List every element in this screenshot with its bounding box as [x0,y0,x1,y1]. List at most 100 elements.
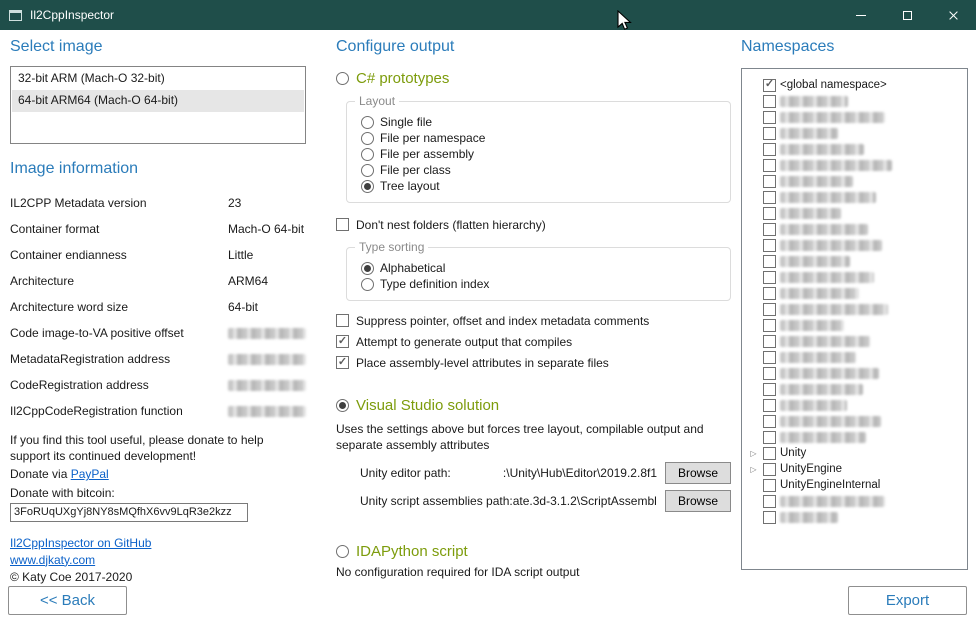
layout-option[interactable]: Tree layout [361,178,720,194]
minimize-button[interactable] [838,0,884,30]
namespace-item[interactable] [748,173,961,189]
type-sorting-options: AlphabeticalType definition index [361,260,720,292]
title-bar[interactable]: Il2CppInspector [0,0,976,30]
idapython-radio[interactable]: IDAPython script [336,543,731,560]
bitcoin-address-input[interactable] [10,503,248,522]
namespace-item[interactable] [748,381,961,397]
output-checkbox[interactable]: Attempt to generate output that compiles [336,335,731,350]
namespace-item[interactable] [748,349,961,365]
namespaces-list[interactable]: <global namespace> ▷Unity▷UnityEngineUnit… [741,68,968,570]
namespace-item[interactable] [748,509,961,525]
type-sorting-option[interactable]: Alphabetical [361,260,720,276]
checkbox-icon [763,335,776,348]
info-row: ArchitectureARM64 [10,268,306,294]
namespace-item[interactable] [748,301,961,317]
namespace-item[interactable] [748,93,961,109]
select-image-listbox[interactable]: 32-bit ARM (Mach-O 32-bit)64-bit ARM64 (… [10,66,306,144]
namespace-item[interactable] [748,157,961,173]
namespace-item[interactable] [748,493,961,509]
info-label: Il2CppCodeRegistration function [10,404,228,418]
namespace-item[interactable]: UnityEngineInternal [748,477,961,493]
links-block: Il2CppInspector on GitHub www.djkaty.com… [10,536,306,584]
radio-label: Single file [380,115,432,129]
redacted-label [780,160,892,171]
close-button[interactable] [930,0,976,30]
namespace-label: <global namespace> [780,79,887,91]
checkbox-icon [763,239,776,252]
expander-icon[interactable]: ▷ [748,465,759,474]
namespace-item[interactable] [748,317,961,333]
back-button[interactable]: << Back [8,586,127,615]
flatten-checkbox[interactable]: Don't nest folders (flatten hierarchy) [336,218,731,233]
output-checkboxes: Suppress pointer, offset and index metad… [336,314,731,371]
redacted-label [780,256,850,267]
redacted-label [780,496,885,507]
paypal-link[interactable]: PayPal [71,467,109,481]
namespace-item[interactable] [748,237,961,253]
namespace-item[interactable] [748,109,961,125]
namespace-item[interactable]: <global namespace> [748,77,961,93]
namespace-item[interactable] [748,141,961,157]
radio-label: File per assembly [380,147,474,161]
namespace-item[interactable] [748,253,961,269]
redacted-value [228,354,306,365]
namespace-item[interactable] [748,397,961,413]
layout-options: Single file File per namespace File per as… [361,114,720,194]
vs-fields: Unity editor path::\Unity\Hub\Editor\201… [360,459,731,515]
checkbox-icon [763,159,776,172]
maximize-button[interactable] [884,0,930,30]
checkbox-icon [763,463,776,476]
namespace-item[interactable]: ▷Unity [748,445,961,461]
namespace-item[interactable] [748,429,961,445]
namespace-item[interactable] [748,125,961,141]
github-link[interactable]: Il2CppInspector on GitHub [10,536,306,550]
layout-option[interactable]: File per namespace [361,130,720,146]
checkbox-icon [763,367,776,380]
image-list-item[interactable]: 32-bit ARM (Mach-O 32-bit) [12,68,304,90]
namespace-item[interactable] [748,285,961,301]
browse-button[interactable]: Browse [665,490,731,512]
visual-studio-radio[interactable]: Visual Studio solution [336,397,731,414]
namespace-item[interactable] [748,365,961,381]
radio-icon [361,278,374,291]
website-link[interactable]: www.djkaty.com [10,553,306,567]
redacted-label [780,400,847,411]
donate-bitcoin-label: Donate with bitcoin: [10,485,306,501]
checkbox-icon [763,143,776,156]
info-label: Container format [10,222,228,236]
radio-label: File per namespace [380,131,485,145]
layout-option[interactable]: File per assembly [361,146,720,162]
path-field-row: Unity script assemblies path:ate.3d-3.1.… [360,487,731,515]
browse-button[interactable]: Browse [665,462,731,484]
checkbox-icon [763,95,776,108]
layout-option[interactable]: Single file [361,114,720,130]
donate-paypal-line: Donate via PayPal [10,466,306,482]
image-information-heading: Image information [10,160,306,178]
expander-icon[interactable]: ▷ [748,449,759,458]
donate-via-text: Donate via [10,467,71,481]
redacted-label [780,176,853,187]
namespace-item[interactable] [748,189,961,205]
namespace-item[interactable] [748,269,961,285]
window-controls [838,0,976,30]
output-checkbox[interactable]: Suppress pointer, offset and index metad… [336,314,731,329]
radio-icon [361,180,374,193]
image-list-item[interactable]: 64-bit ARM64 (Mach-O 64-bit) [12,90,304,112]
info-value: ARM64 [228,274,268,288]
ida-description: No configuration required for IDA script… [336,565,731,579]
namespace-item[interactable] [748,221,961,237]
csharp-prototypes-radio[interactable]: C# prototypes [336,70,731,87]
namespace-item[interactable] [748,413,961,429]
layout-option[interactable]: File per class [361,162,720,178]
namespace-item[interactable]: ▷UnityEngine [748,461,961,477]
output-checkbox[interactable]: Place assembly-level attributes in separ… [336,356,731,371]
redacted-label [780,208,841,219]
type-sorting-option[interactable]: Type definition index [361,276,720,292]
namespace-item[interactable] [748,205,961,221]
export-button[interactable]: Export [848,586,967,615]
info-value: Mach-O 64-bit [228,222,304,236]
info-row: Container formatMach-O 64-bit [10,216,306,242]
configure-output-heading: Configure output [336,38,731,56]
namespace-item[interactable] [748,333,961,349]
info-value: Little [228,248,253,262]
